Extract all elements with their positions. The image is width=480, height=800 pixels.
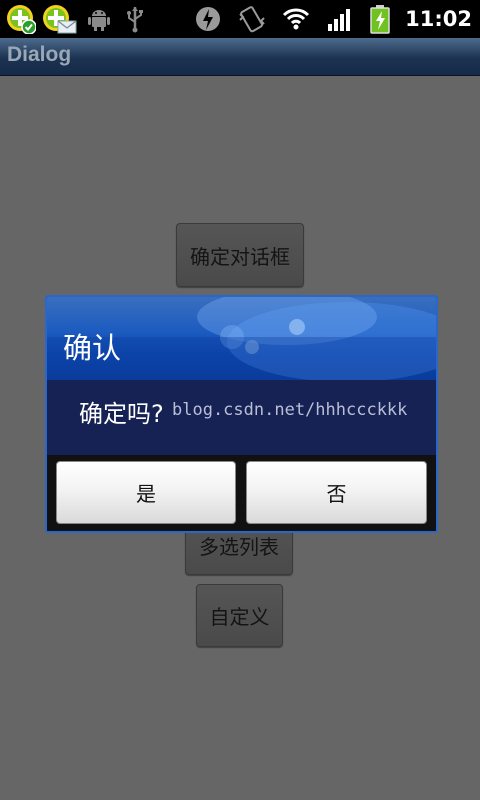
notification-icons bbox=[6, 4, 150, 35]
usb-icon[interactable] bbox=[120, 4, 150, 34]
vibrate-icon bbox=[237, 4, 267, 34]
plus-check-icon[interactable] bbox=[6, 4, 37, 35]
yes-button[interactable]: 是 bbox=[56, 461, 236, 524]
dialog-button-bar: 是 否 bbox=[47, 455, 436, 531]
signal-icon bbox=[325, 4, 355, 34]
battery-icon bbox=[369, 4, 391, 34]
dialog-title: 确认 bbox=[63, 331, 122, 365]
plus-mail-icon[interactable] bbox=[42, 4, 77, 34]
custom-dialog-button[interactable]: 自定义 bbox=[196, 584, 283, 647]
dialog-body: 确定吗? blog.csdn.net/hhhccckkk bbox=[47, 380, 436, 455]
confirm-dialog: 确认 确定吗? blog.csdn.net/hhhccckkk 是 否 bbox=[45, 295, 438, 533]
clock: 11:02 bbox=[405, 7, 472, 31]
system-icons: 11:02 bbox=[193, 0, 472, 38]
wifi-icon bbox=[281, 4, 311, 34]
watermark-text: blog.csdn.net/hhhccckkk bbox=[172, 400, 408, 420]
dialog-message: 确定吗? bbox=[79, 400, 164, 428]
bolt-icon bbox=[193, 4, 223, 34]
status-bar: 11:02 bbox=[0, 0, 480, 38]
app-title: Dialog bbox=[7, 43, 72, 66]
confirm-dialog-button[interactable]: 确定对话框 bbox=[176, 223, 304, 287]
app-title-bar: Dialog bbox=[0, 38, 480, 76]
dialog-header: 确认 bbox=[47, 297, 436, 380]
android-debug-icon[interactable] bbox=[84, 4, 114, 34]
no-button[interactable]: 否 bbox=[246, 461, 427, 524]
